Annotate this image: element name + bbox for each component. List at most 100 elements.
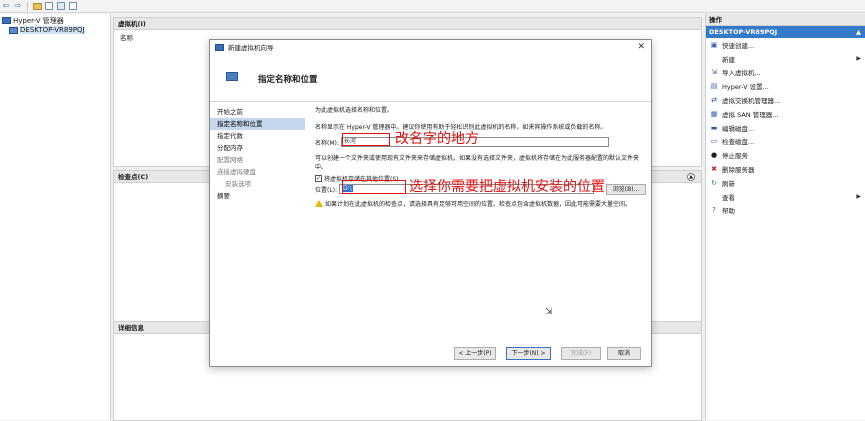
intro-text: 为此虚拟机选择名称和位置。 <box>315 107 394 114</box>
submenu-arrow-icon: ▶ <box>856 193 861 201</box>
blank-icon <box>710 55 718 63</box>
action-item[interactable]: ● 停止服务 <box>706 148 865 162</box>
settings-icon: ▤ <box>710 82 718 91</box>
action-item-label: 新建 <box>722 55 735 64</box>
actions-list: ▣ 快速创建... 新建 ▶ ⇲ 导入虚拟机... ▤ Hyper-V 设置... ⇄ 虚拟交换机… <box>706 38 865 217</box>
action-item-label: 快速创建... <box>722 41 755 50</box>
prev-button[interactable]: < 上一步(P) <box>454 347 496 360</box>
help-icon[interactable] <box>56 1 66 11</box>
toolbar: ⇦ ⇨ <box>0 0 865 13</box>
action-item[interactable]: ▣ 快速创建... <box>706 38 865 52</box>
wizard-icon <box>215 43 224 51</box>
action-item-label: Hyper-V 设置... <box>722 83 769 92</box>
action-item-label: 帮助 <box>722 207 735 216</box>
location-help-text: 可以创建一个文件夹或使用现有文件夹来存储虚拟机。如果没有选择文件夹，虚拟机将存储… <box>315 155 640 171</box>
dialog-title: 新建虚拟机向导 <box>228 44 274 52</box>
collapse-icon[interactable]: ▲ <box>687 173 695 181</box>
warning-row: 如果计划在此虚拟机的检查点，请选择具有足够可用空间的位置。检查点包含虚拟机数据，… <box>315 200 640 209</box>
vm-icon <box>226 72 238 81</box>
back-arrow-icon[interactable]: ⇦ <box>1 1 11 11</box>
location-highlight-box <box>342 180 406 194</box>
action-item[interactable]: 新建 ▶ <box>706 52 865 66</box>
location-annotation: 选择你需要把虚拟机安装的位置 <box>409 179 605 195</box>
dialog-heading: 指定名称和位置 <box>258 75 318 85</box>
warning-text: 如果计划在此虚拟机的检查点，请选择具有足够可用空间的位置。检查点包含虚拟机数据，… <box>325 201 632 208</box>
blank-icon <box>710 193 718 201</box>
name-label: 名称(M): <box>315 139 339 147</box>
quick-create-icon: ▣ <box>710 40 718 49</box>
next-button[interactable]: 下一步(N) > <box>506 347 551 360</box>
actions-host-label: DESKTOP-VR89PQJ <box>709 28 778 36</box>
action-item-label: 编辑磁盘... <box>722 124 755 133</box>
switch-icon: ⇄ <box>711 96 717 105</box>
mouse-cursor-icon: ⇲ <box>545 307 553 317</box>
refresh-icon: ↻ <box>711 178 717 187</box>
tree-item-host[interactable]: DESKTOP-VR89PQJ <box>0 25 110 35</box>
action-item[interactable]: ▭ 检查磁盘... <box>706 135 865 149</box>
tree-root[interactable]: Hyper-V 管理器 <box>0 14 110 25</box>
action-item-label: 停止服务 <box>722 152 748 161</box>
action-item-label: 删除服务器 <box>722 166 755 175</box>
wizard-step[interactable]: 安装选项 <box>210 178 305 190</box>
vms-panel-title: 虚拟机(I) <box>114 18 701 30</box>
store-elsewhere-checkbox[interactable]: ✓ <box>315 175 322 182</box>
action-item-label: 导入虚拟机... <box>722 69 761 78</box>
san-icon: ▦ <box>710 109 718 118</box>
cancel-button[interactable]: 取消 <box>607 347 641 360</box>
dialog-banner: 指定名称和位置 <box>210 54 651 102</box>
wizard-steps: 开始之前 指定名称和位置 指定代数 分配内存 配置网络 连接虚拟硬盘 安装选项 摘要 <box>210 102 305 326</box>
wizard-step[interactable]: 连接虚拟硬盘 <box>210 166 305 178</box>
dialog-titlebar: 新建虚拟机向导 <box>210 40 651 54</box>
finish-button[interactable]: 完成(F) <box>561 347 601 360</box>
action-item[interactable]: ⇲ 导入虚拟机... <box>706 66 865 80</box>
action-item-label: 查看 <box>722 193 735 202</box>
action-item-label: 检查磁盘... <box>722 138 755 147</box>
location-label: 位置(L): <box>315 186 338 194</box>
action-item[interactable]: 查看 ▶ <box>706 190 865 204</box>
action-item-label: 虚拟交换机管理器... <box>722 97 781 106</box>
stop-icon: ● <box>710 151 718 160</box>
actions-title: 操作 <box>706 14 865 26</box>
inspect-disk-icon: ▭ <box>710 137 718 146</box>
server-icon <box>9 26 18 34</box>
action-item[interactable]: ⇄ 虚拟交换机管理器... <box>706 93 865 107</box>
collapse-up-icon: ▲ <box>856 28 861 36</box>
wizard-step[interactable]: 分配内存 <box>210 142 305 154</box>
close-icon[interactable]: ✕ <box>637 42 645 52</box>
hyperv-manager-icon <box>2 17 11 24</box>
navigation-tree: Hyper-V 管理器 DESKTOP-VR89PQJ <box>0 14 111 420</box>
forward-arrow-icon[interactable]: ⇨ <box>13 1 23 11</box>
toolbar-separator <box>27 1 28 11</box>
action-item[interactable]: ? 帮助 <box>706 204 865 218</box>
mmc-icon[interactable] <box>68 1 78 11</box>
action-item[interactable]: ↻ 刷新 <box>706 176 865 190</box>
action-item[interactable]: ✖ 删除服务器 <box>706 162 865 176</box>
edit-disk-icon: ▬ <box>710 123 718 132</box>
wizard-step[interactable]: 配置网络 <box>210 154 305 166</box>
wizard-step[interactable]: 摘要 <box>210 190 305 202</box>
submenu-arrow-icon: ▶ <box>856 55 861 63</box>
name-highlight-box <box>342 133 390 146</box>
console-icon[interactable] <box>44 1 54 11</box>
action-item-label: 虚拟 SAN 管理器... <box>722 110 779 119</box>
tree-item-host-label: DESKTOP-VR89PQJ <box>20 26 85 34</box>
delete-icon: ✖ <box>711 165 717 174</box>
wizard-step[interactable]: 开始之前 <box>210 106 305 118</box>
action-item[interactable]: ▤ Hyper-V 设置... <box>706 79 865 93</box>
import-icon: ⇲ <box>711 68 717 77</box>
action-item-label: 刷新 <box>722 179 735 188</box>
new-vm-wizard-dialog: 新建虚拟机向导 ✕ 指定名称和位置 开始之前 指定名称和位置 指定代数 分配内存 配置网… <box>209 39 652 367</box>
help-icon: ? <box>712 206 716 215</box>
tree-root-label: Hyper-V 管理器 <box>13 16 64 25</box>
browse-button[interactable]: 浏览(B)... <box>606 184 646 195</box>
name-help-text: 名称显示在 Hyper-V 管理器中。建议你使用有助于轻松识别此虚拟机的名称，如… <box>315 124 607 131</box>
name-annotation: 改名字的地方 <box>395 131 479 147</box>
wizard-step[interactable]: 指定名称和位置 <box>210 118 305 130</box>
folder-icon[interactable] <box>32 1 42 11</box>
actions-pane: 操作 DESKTOP-VR89PQJ ▲ ▣ 快速创建... 新建 ▶ ⇲ 导入虚拟机..… <box>705 14 865 420</box>
actions-host-header[interactable]: DESKTOP-VR89PQJ ▲ <box>706 26 865 38</box>
action-item[interactable]: ▦ 虚拟 SAN 管理器... <box>706 107 865 121</box>
warning-icon <box>315 200 323 207</box>
wizard-step[interactable]: 指定代数 <box>210 130 305 142</box>
action-item[interactable]: ▬ 编辑磁盘... <box>706 121 865 135</box>
